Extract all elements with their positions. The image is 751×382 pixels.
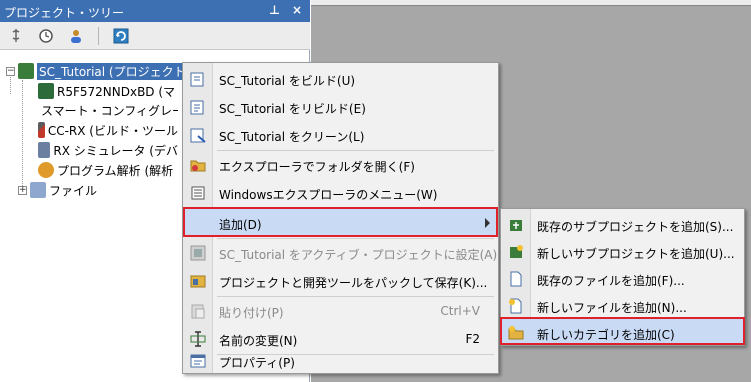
menu-item-label: 追加(D) [219, 218, 262, 232]
menu-item-paste[interactable]: 貼り付け(P) Ctrl+V [183, 297, 498, 325]
menu-item-rebuild[interactable]: SC_Tutorial をリビルド(E) [183, 93, 498, 121]
properties-icon [190, 353, 206, 369]
panel-title: プロジェクト・ツリー [4, 6, 125, 20]
tree-item-label: R5F572NNDxBD (マ [57, 84, 176, 99]
tree-item-label: プログラム解析 (解析 [57, 163, 174, 178]
context-menu: SC_Tutorial をビルド(U) SC_Tutorial をリビルド(E)… [182, 62, 499, 374]
collapse-icon[interactable]: − [6, 66, 15, 76]
submenu-item-add-existing-subproject[interactable]: 既存のサブプロジェクトを追加(S)... [501, 211, 744, 239]
add-new-file-icon [508, 298, 524, 314]
pack-save-icon [190, 273, 206, 289]
menu-item-label: プロパティ(P) [219, 356, 295, 370]
menu-item-label: SC_Tutorial をクリーン(L) [219, 130, 365, 144]
tree-item-label: CC-RX (ビルド・ツール [47, 123, 178, 138]
menu-item-add[interactable]: 追加(D) [183, 209, 498, 237]
build-icon [190, 71, 206, 87]
tree-item-build-tool[interactable]: CC-RX (ビルド・ツール [38, 121, 178, 139]
project-icon [18, 63, 34, 79]
folder-open-icon [190, 157, 206, 173]
rebuild-icon [190, 99, 206, 115]
tree-item-label: ファイル [49, 183, 98, 198]
menu-item-set-active[interactable]: SC_Tutorial をアクティブ・プロジェクトに設定(A) [183, 239, 498, 267]
tree-item-device[interactable]: R5F572NNDxBD (マ [38, 82, 178, 100]
pin-icon[interactable]: ⊥ [269, 3, 280, 17]
panel-toolbar [0, 22, 310, 50]
tree-root-label: SC_Tutorial (プロジェクト) [37, 62, 193, 80]
menu-item-label: SC_Tutorial をアクティブ・プロジェクトに設定(A) [219, 248, 498, 262]
menu-item-open-folder[interactable]: エクスプローラでフォルダを開く(F) [183, 151, 498, 179]
tree-item-analysis[interactable]: プログラム解析 (解析 [38, 161, 178, 179]
close-icon[interactable]: × [292, 3, 302, 17]
menu-item-clean[interactable]: SC_Tutorial をクリーン(L) [183, 121, 498, 149]
paste-icon [190, 303, 206, 319]
add-existing-subproject-icon [508, 217, 524, 233]
menu-item-shortcut: Ctrl+V [440, 304, 480, 318]
menu-item-pack-save[interactable]: プロジェクトと開発ツールをパックして保存(K)... [183, 267, 498, 295]
build-tool-icon [38, 122, 45, 138]
workspace-top-strip [311, 0, 751, 6]
menu-item-shortcut: F2 [465, 332, 480, 346]
submenu-item-label: 新しいカテゴリを追加(C) [537, 328, 675, 342]
property-icon[interactable] [8, 28, 24, 44]
submenu-arrow-icon [485, 218, 490, 228]
simulator-icon [38, 142, 51, 158]
submenu-item-add-new-file[interactable]: 新しいファイルを追加(N)... [501, 292, 744, 320]
menu-item-label: SC_Tutorial をビルド(U) [219, 74, 356, 88]
submenu-item-add-new-subproject[interactable]: 新しいサブプロジェクトを追加(U)... [501, 238, 744, 266]
chip-icon [38, 83, 54, 99]
add-submenu: 既存のサブプロジェクトを追加(S)... 新しいサブプロジェクトを追加(U)..… [500, 208, 745, 346]
menu-item-label: エクスプローラでフォルダを開く(F) [219, 160, 415, 174]
clean-icon [190, 127, 206, 143]
submenu-item-label: 新しいファイルを追加(N)... [537, 301, 687, 315]
menu-item-label: Windowsエクスプローラのメニュー(W) [219, 188, 438, 202]
folder-icon [30, 182, 46, 198]
submenu-item-label: 既存のサブプロジェクトを追加(S)... [537, 220, 734, 234]
submenu-item-label: 既存のファイルを追加(F)... [537, 274, 685, 288]
active-project-icon [190, 245, 206, 261]
menu-item-label: 貼り付け(P) [219, 306, 284, 320]
add-category-icon [508, 325, 524, 341]
refresh-icon[interactable] [113, 28, 129, 44]
submenu-item-add-existing-file[interactable]: 既存のファイルを追加(F)... [501, 265, 744, 293]
menu-item-explorer-menu[interactable]: Windowsエクスプローラのメニュー(W) [183, 179, 498, 207]
tree-root-item[interactable]: − SC_Tutorial (プロジェクト) [6, 62, 193, 80]
menu-item-properties[interactable]: プロパティ(P) [183, 347, 498, 375]
toolbar-separator [98, 26, 99, 45]
tree-item-label: スマート・コンフィグレー [41, 103, 178, 118]
explorer-menu-icon [190, 185, 206, 201]
tree-item-files[interactable]: + ファイル [18, 181, 178, 199]
menu-item-label: SC_Tutorial をリビルド(E) [219, 102, 366, 116]
menu-item-label: プロジェクトと開発ツールをパックして保存(K)... [219, 276, 488, 290]
tree-item-debug-tool[interactable]: RX シミュレータ (デバ [38, 141, 178, 159]
add-existing-file-icon [508, 271, 524, 287]
expand-icon[interactable]: + [18, 185, 27, 195]
panel-title-bar: プロジェクト・ツリー ⊥ × [0, 0, 310, 22]
add-new-subproject-icon [508, 244, 524, 260]
user-icon[interactable] [68, 28, 84, 44]
menu-item-build[interactable]: SC_Tutorial をビルド(U) [183, 65, 498, 93]
submenu-item-label: 新しいサブプロジェクトを追加(U)... [537, 247, 735, 261]
tree-item-smart-configurator[interactable]: スマート・コンフィグレー [38, 101, 178, 119]
rename-icon [190, 331, 206, 347]
time-icon[interactable] [38, 28, 54, 44]
analysis-icon [38, 162, 54, 178]
submenu-item-add-category[interactable]: 新しいカテゴリを追加(C) [501, 319, 744, 345]
tree-item-label: RX シミュレータ (デバ [53, 143, 178, 158]
